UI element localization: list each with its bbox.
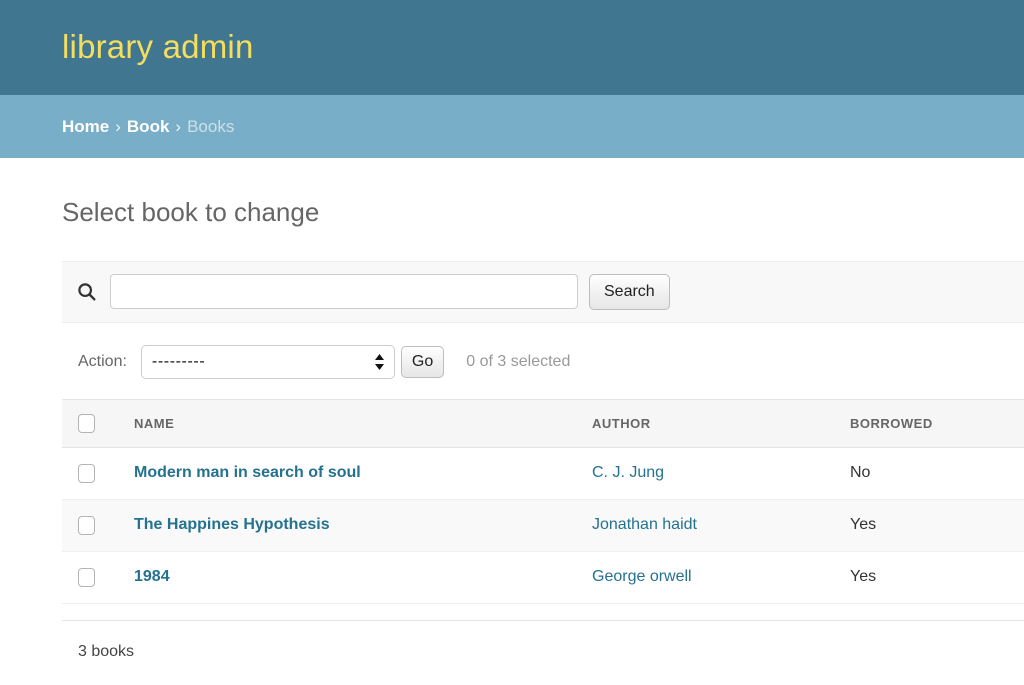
breadcrumb-app-link[interactable]: Book xyxy=(127,117,170,137)
breadcrumb: Home › Book › Books xyxy=(0,95,1024,158)
row-checkbox[interactable] xyxy=(78,516,95,535)
cell-borrowed: No xyxy=(840,447,1024,499)
book-author-link[interactable]: Jonathan haidt xyxy=(592,516,697,533)
column-header-author[interactable]: AUTHOR xyxy=(582,399,840,447)
site-title: library admin xyxy=(62,29,254,65)
paginator: 3 books xyxy=(62,620,1024,661)
action-counter: 0 of 3 selected xyxy=(466,353,570,371)
page-title: Select book to change xyxy=(0,158,1024,228)
book-name-link[interactable]: The Happines Hypothesis xyxy=(134,516,330,533)
breadcrumb-current: Books xyxy=(187,117,234,137)
table-row: 1984 George orwell Yes xyxy=(62,551,1024,603)
cell-name: The Happines Hypothesis xyxy=(124,499,582,551)
results-table-body: Modern man in search of soul C. J. Jung … xyxy=(62,447,1024,603)
results-table-head: NAME AUTHOR BORROWED xyxy=(62,399,1024,447)
select-all-header xyxy=(62,399,124,447)
cell-name: Modern man in search of soul xyxy=(124,447,582,499)
row-select-cell xyxy=(62,447,124,499)
main-content: Select book to change Search Action: ---… xyxy=(0,158,1024,661)
action-select-wrapper: --------- xyxy=(141,345,395,379)
search-input[interactable] xyxy=(110,274,578,309)
cell-name: 1984 xyxy=(124,551,582,603)
book-name-link[interactable]: Modern man in search of soul xyxy=(134,464,361,481)
search-icon xyxy=(76,281,98,303)
site-header: library admin xyxy=(0,0,1024,95)
row-checkbox[interactable] xyxy=(78,568,95,587)
column-header-name[interactable]: NAME xyxy=(124,399,582,447)
cell-borrowed: Yes xyxy=(840,499,1024,551)
book-name-link[interactable]: 1984 xyxy=(134,568,170,585)
breadcrumb-home-link[interactable]: Home xyxy=(62,117,109,137)
row-select-cell xyxy=(62,551,124,603)
action-go-button[interactable]: Go xyxy=(401,346,444,378)
book-author-link[interactable]: George orwell xyxy=(592,568,692,585)
select-all-checkbox[interactable] xyxy=(78,414,95,433)
cell-author: Jonathan haidt xyxy=(582,499,840,551)
search-toolbar: Search xyxy=(62,261,1024,323)
action-select[interactable]: --------- xyxy=(141,345,395,379)
book-author-link[interactable]: C. J. Jung xyxy=(592,464,664,481)
row-select-cell xyxy=(62,499,124,551)
cell-author: C. J. Jung xyxy=(582,447,840,499)
results-table: NAME AUTHOR BORROWED Modern man in searc… xyxy=(62,399,1024,604)
table-row: The Happines Hypothesis Jonathan haidt Y… xyxy=(62,499,1024,551)
row-checkbox[interactable] xyxy=(78,464,95,483)
action-bar: Action: --------- Go 0 of 3 selected xyxy=(62,323,1024,399)
action-label: Action: xyxy=(78,353,127,371)
search-submit-button[interactable]: Search xyxy=(589,274,670,310)
breadcrumb-separator-2: › xyxy=(175,117,181,137)
table-row: Modern man in search of soul C. J. Jung … xyxy=(62,447,1024,499)
column-header-borrowed[interactable]: BORROWED xyxy=(840,399,1024,447)
table-header-row: NAME AUTHOR BORROWED xyxy=(62,399,1024,447)
cell-author: George orwell xyxy=(582,551,840,603)
cell-borrowed: Yes xyxy=(840,551,1024,603)
breadcrumb-separator-1: › xyxy=(115,117,121,137)
changelist-form: Action: --------- Go 0 of 3 selected xyxy=(0,323,1024,604)
